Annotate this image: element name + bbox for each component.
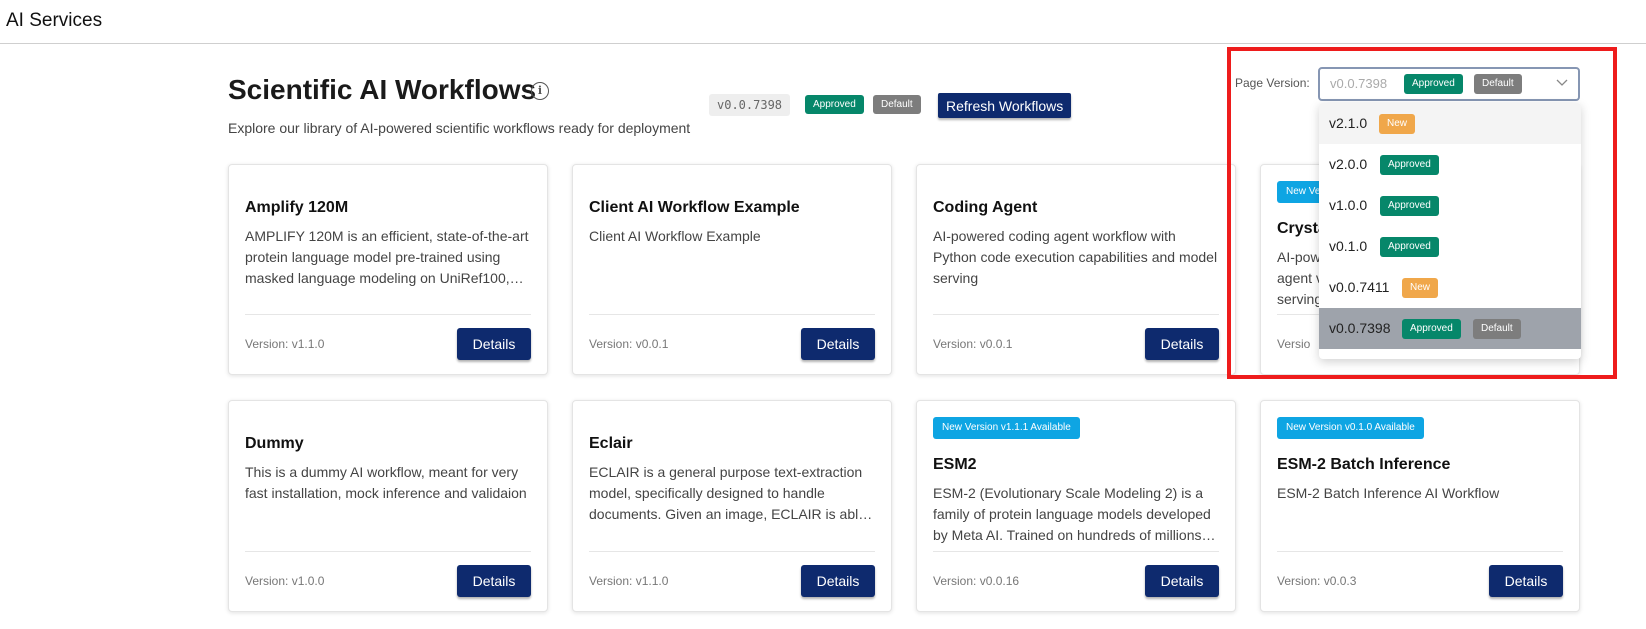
card-divider [933,551,1219,552]
workflow-card: Client AI Workflow Example Client AI Wor… [572,164,892,375]
page-version-value: v0.0.7398 [1330,76,1388,91]
approved-badge: Approved [1380,237,1439,257]
approved-badge: Approved [805,95,864,114]
card-version: Version: v0.0.1 [589,337,669,351]
version-option[interactable]: v1.0.0 Approved [1319,185,1581,226]
card-title: ESM-2 Batch Inference [1277,456,1451,473]
new-version-badge: New Version v0.1.0 Available [1277,417,1424,439]
info-icon[interactable]: i [531,82,549,100]
version-option-label: v0.1.0 [1329,238,1368,254]
card-title: Client AI Workflow Example [589,199,800,216]
card-version: Version: v0.0.3 [1277,574,1357,588]
card-divider [1277,551,1563,552]
card-version: Version: v1.1.0 [245,337,325,351]
page-version-label: Page Version: [1235,76,1310,90]
default-badge: Default [1473,319,1521,339]
card-version: Version: v1.1.0 [589,574,669,588]
details-button[interactable]: Details [457,328,531,360]
details-button[interactable]: Details [1489,565,1563,597]
chevron-down-icon[interactable] [1556,76,1568,88]
approved-badge: Approved [1404,74,1463,94]
version-option-label: v1.0.0 [1329,197,1368,213]
version-option[interactable]: v0.0.7411 New [1319,267,1581,308]
refresh-workflows-button[interactable]: Refresh Workflows [938,93,1072,118]
default-badge: Default [1474,74,1522,94]
card-title: Dummy [245,435,304,452]
page-version-dropdown: v2.1.0 New v2.0.0 Approved v1.0.0 Approv… [1319,103,1581,359]
card-description: Client AI Workflow Example [589,228,761,244]
approved-badge: Approved [1402,319,1461,339]
new-badge: New [1379,114,1416,134]
workflow-card: Coding Agent AI-powered coding agent wor… [916,164,1236,375]
card-description: This is a dummy AI workflow, meant for v… [245,464,527,501]
approved-badge: Approved [1380,155,1439,175]
card-title: Eclair [589,435,633,452]
card-divider [245,551,531,552]
workflow-card: New Version v1.1.1 Available ESM2 ESM-2 … [916,400,1236,612]
workflow-card: Eclair ECLAIR is a general purpose text-… [572,400,892,612]
version-option[interactable]: v2.0.0 Approved [1319,144,1581,185]
version-option[interactable]: v0.1.0 Approved [1319,226,1581,267]
page-title: Scientific AI Workflows [228,74,537,105]
top-bar: AI Services [0,0,1646,44]
workflow-card: New Version v0.1.0 Available ESM-2 Batch… [1260,400,1580,612]
details-button[interactable]: Details [801,328,875,360]
details-button[interactable]: Details [1145,328,1219,360]
details-button[interactable]: Details [801,565,875,597]
card-title: Coding Agent [933,199,1038,216]
new-badge: New [1402,278,1439,298]
app-title: AI Services [6,10,103,31]
card-description: AMPLIFY 120M is an efficient, state-of-t… [245,228,529,286]
version-option[interactable]: v2.1.0 New [1319,103,1581,144]
version-option-label: v0.0.7411 [1329,279,1390,295]
version-option-label: v0.0.7398 [1329,320,1391,336]
version-option-selected[interactable]: v0.0.7398 Approved Default [1319,308,1581,349]
workflow-card: Dummy This is a dummy AI workflow, meant… [228,400,548,612]
workflow-card: Amplify 120M AMPLIFY 120M is an efficien… [228,164,548,375]
card-divider [589,314,875,315]
new-version-badge: New Version v1.1.1 Available [933,417,1080,439]
card-description: ESM-2 (Evolutionary Scale Modeling 2) is… [933,485,1218,543]
default-badge: Default [873,95,921,114]
page-version-select[interactable]: v0.0.7398 Approved Default [1318,67,1580,101]
version-chip: v0.0.7398 [709,94,791,116]
version-option-label: v2.1.0 [1329,115,1368,131]
card-divider [245,314,531,315]
card-version: Version: v0.0.1 [933,337,1013,351]
version-option-label: v2.0.0 [1329,156,1368,172]
approved-badge: Approved [1380,196,1439,216]
details-button[interactable]: Details [1145,565,1219,597]
page-subtitle: Explore our library of AI-powered scient… [228,120,691,136]
card-description: ECLAIR is a general purpose text-extract… [589,464,867,522]
card-version: Versio [1277,337,1311,351]
card-title: Amplify 120M [245,199,349,216]
card-title: ESM2 [933,456,977,473]
card-description: AI-powered coding agent workflow with Py… [933,228,1218,286]
card-version: Version: v1.0.0 [245,574,325,588]
card-version: Version: v0.0.16 [933,574,1020,588]
card-description: ESM-2 Batch Inference AI Workflow [1277,485,1500,501]
details-button[interactable]: Details [457,565,531,597]
card-divider [933,314,1219,315]
card-divider [589,551,875,552]
